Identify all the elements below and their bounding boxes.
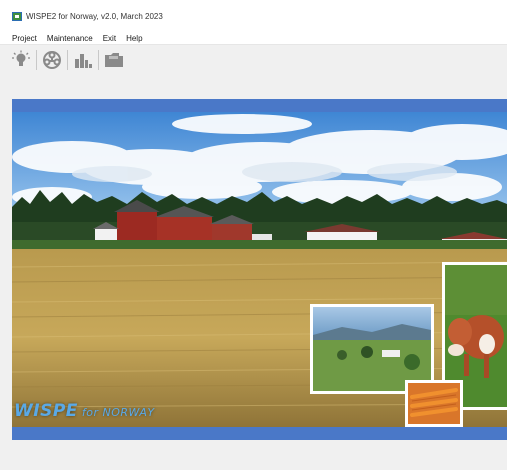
menu-project[interactable]: Project: [12, 34, 37, 43]
menu-maintenance[interactable]: Maintenance: [47, 34, 93, 43]
network-button[interactable]: [41, 49, 63, 71]
bar-chart-icon: [75, 53, 92, 68]
menu-exit[interactable]: Exit: [103, 34, 116, 43]
splash-banner: WISPE for NORWAY: [12, 112, 507, 427]
carrots-photo-inset: [405, 380, 463, 427]
lightbulb-icon: [12, 50, 30, 66]
logo-main-text: WISPE: [14, 401, 78, 421]
toolbar-separator: [67, 49, 68, 70]
banner-bottom-band: [12, 427, 507, 440]
toolbar-separator: [36, 49, 37, 70]
menu-bar: Project Maintenance Exit Help: [0, 32, 507, 44]
banner-top-band: [12, 99, 507, 112]
wispe-logo: WISPE for NORWAY: [14, 401, 155, 421]
farm-landscape-image: [12, 112, 507, 427]
network-icon: [43, 50, 61, 69]
menu-help[interactable]: Help: [126, 34, 142, 43]
app-window: WISPE2 for Norway, v2.0, March 2023 Proj…: [0, 0, 507, 470]
logo-sub-text: for NORWAY: [81, 406, 155, 419]
title-bar: WISPE2 for Norway, v2.0, March 2023: [0, 0, 507, 32]
folder-button[interactable]: [103, 49, 125, 71]
window-title: WISPE2 for Norway, v2.0, March 2023: [26, 11, 163, 21]
toolbar: [0, 44, 507, 74]
folder-icon: [105, 52, 123, 67]
chart-button[interactable]: [72, 49, 94, 71]
toolbar-separator: [98, 49, 99, 70]
status-bar: [0, 460, 507, 470]
lightbulb-button[interactable]: [10, 49, 32, 71]
app-icon: [12, 11, 22, 21]
